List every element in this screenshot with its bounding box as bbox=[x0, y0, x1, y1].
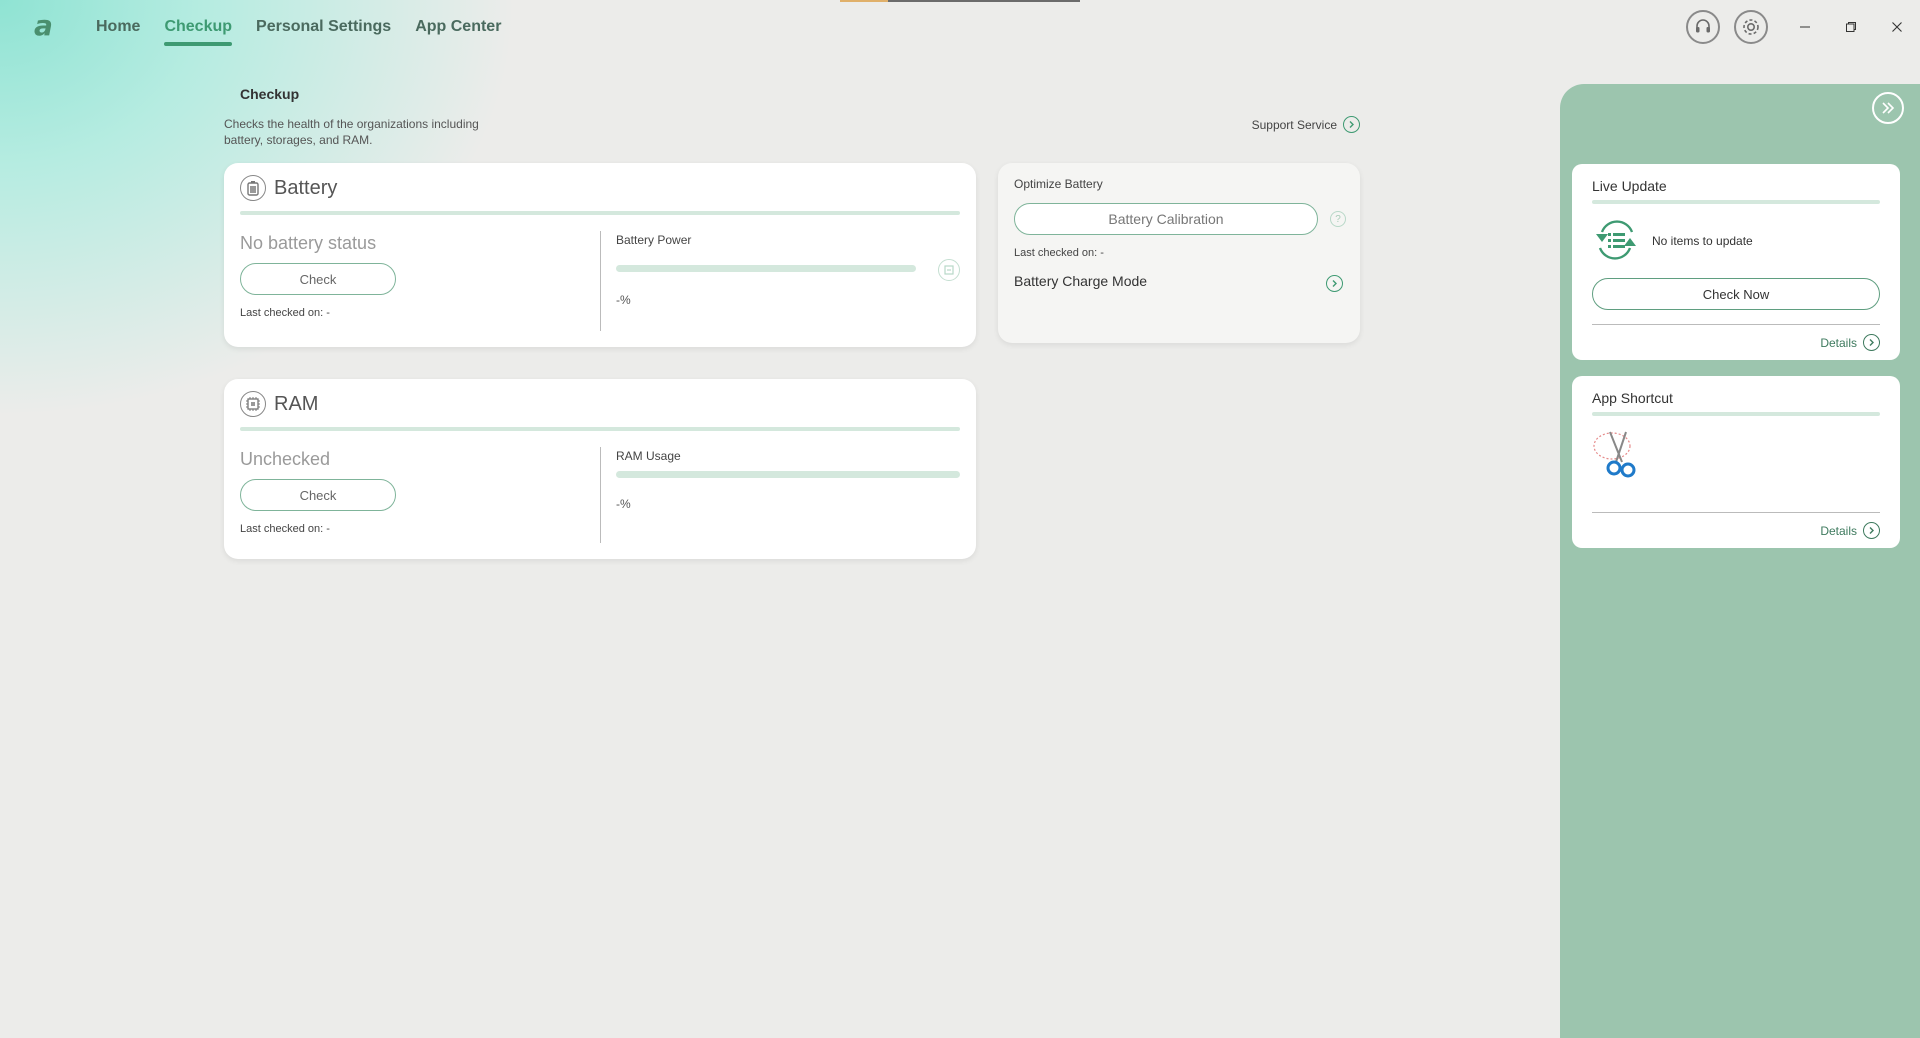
app-shortcut-details-label: Details bbox=[1820, 523, 1857, 538]
ram-usage-label: RAM Usage bbox=[616, 449, 681, 463]
live-update-separator bbox=[1592, 324, 1880, 325]
top-bar: a Home Checkup Personal Settings App Cen… bbox=[0, 0, 1920, 58]
battery-power-value: -% bbox=[616, 293, 631, 307]
support-service-label: Support Service bbox=[1251, 117, 1337, 132]
snipping-tool-icon[interactable] bbox=[1592, 428, 1646, 480]
ram-header: RAM bbox=[240, 391, 318, 417]
battery-divider bbox=[600, 231, 601, 331]
battery-title: Battery bbox=[274, 176, 338, 199]
nav-checkup[interactable]: Checkup bbox=[164, 18, 232, 52]
ram-title: RAM bbox=[274, 392, 319, 415]
battery-refresh-icon[interactable] bbox=[938, 259, 960, 281]
live-update-details-link[interactable]: Details bbox=[1820, 334, 1880, 351]
close-button[interactable] bbox=[1874, 10, 1920, 44]
app-shortcut-card: App Shortcut Details bbox=[1572, 376, 1900, 548]
ram-usage-bar bbox=[616, 471, 960, 478]
ram-title-line bbox=[240, 427, 960, 431]
support-service-link[interactable]: Support Service bbox=[1252, 116, 1360, 133]
optimize-battery-label: Optimize Battery bbox=[1014, 177, 1103, 191]
collapse-panel-icon[interactable] bbox=[1872, 92, 1904, 124]
app-shortcut-line bbox=[1592, 412, 1880, 416]
app-shortcut-details-link[interactable]: Details bbox=[1820, 522, 1880, 539]
live-update-status: No items to update bbox=[1652, 234, 1753, 248]
charge-mode-arrow-icon[interactable] bbox=[1326, 275, 1343, 292]
ram-check-button[interactable]: Check bbox=[240, 479, 396, 511]
ram-card: RAM Unchecked Check Last checked on: - R… bbox=[224, 379, 976, 559]
battery-check-button[interactable]: Check bbox=[240, 263, 396, 295]
app-shortcut-title: App Shortcut bbox=[1592, 390, 1673, 406]
battery-calibration-button[interactable]: Battery Calibration bbox=[1014, 203, 1318, 235]
chevron-right-icon bbox=[1863, 334, 1880, 351]
restore-button[interactable] bbox=[1828, 10, 1874, 44]
ram-usage-value: -% bbox=[616, 497, 631, 511]
chip-icon bbox=[240, 391, 266, 417]
nav-app-center[interactable]: App Center bbox=[415, 18, 501, 52]
update-list-icon bbox=[1592, 218, 1640, 262]
minimize-button[interactable] bbox=[1782, 10, 1828, 44]
nav-home[interactable]: Home bbox=[96, 18, 140, 52]
battery-last-checked: Last checked on: - bbox=[240, 307, 330, 319]
app-shortcut-separator bbox=[1592, 512, 1880, 513]
headset-icon[interactable] bbox=[1686, 10, 1720, 44]
page-title: Checkup bbox=[240, 86, 300, 102]
optimize-battery-card: Optimize Battery Battery Calibration ? L… bbox=[998, 163, 1360, 343]
help-icon[interactable]: ? bbox=[1330, 211, 1346, 227]
ram-last-checked: Last checked on: - bbox=[240, 523, 330, 535]
live-update-card: Live Update No items to update Check Now… bbox=[1572, 164, 1900, 360]
ram-status: Unchecked bbox=[240, 449, 331, 469]
battery-status: No battery status bbox=[240, 233, 377, 253]
battery-charge-mode-label: Battery Charge Mode bbox=[1014, 273, 1148, 289]
top-actions bbox=[1686, 10, 1920, 44]
optimize-last-checked: Last checked on: - bbox=[1014, 247, 1104, 259]
battery-card: Battery No battery status Check Last che… bbox=[224, 163, 976, 347]
ram-divider bbox=[600, 447, 601, 543]
battery-power-label: Battery Power bbox=[616, 233, 692, 247]
battery-title-line bbox=[240, 211, 960, 215]
live-update-title: Live Update bbox=[1592, 178, 1667, 194]
battery-power-bar bbox=[616, 265, 916, 272]
gear-icon[interactable] bbox=[1734, 10, 1768, 44]
check-now-button[interactable]: Check Now bbox=[1592, 278, 1880, 310]
live-update-line bbox=[1592, 200, 1880, 204]
main-nav: Home Checkup Personal Settings App Cente… bbox=[96, 18, 501, 52]
chevron-right-icon bbox=[1343, 116, 1360, 133]
battery-header: Battery bbox=[240, 175, 337, 201]
live-update-details-label: Details bbox=[1820, 335, 1857, 350]
page-description: Checks the health of the organizations i… bbox=[224, 117, 479, 147]
battery-icon bbox=[240, 175, 266, 201]
right-panel: Live Update No items to update Check Now… bbox=[1560, 84, 1920, 1038]
chevron-right-icon bbox=[1863, 522, 1880, 539]
nav-personal-settings[interactable]: Personal Settings bbox=[256, 18, 391, 52]
app-logo[interactable]: a bbox=[34, 12, 62, 40]
